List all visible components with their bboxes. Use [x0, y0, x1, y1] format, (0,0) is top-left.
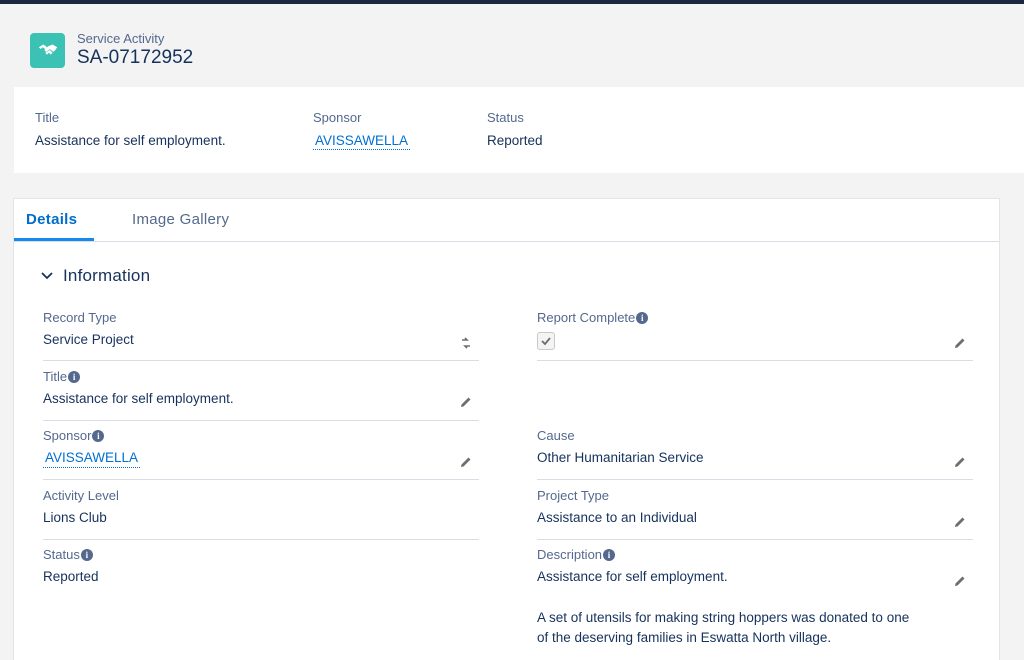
details-card: Details Image Gallery Information Record… [13, 198, 1000, 660]
page-header: Service Activity SA-07172952 [30, 28, 193, 72]
highlight-title-value: Assistance for self employment. [35, 133, 226, 148]
info-icon[interactable]: i [80, 548, 93, 561]
handshake-icon [30, 32, 65, 68]
tab-bar: Details Image Gallery [14, 199, 999, 242]
tab-details[interactable]: Details [26, 211, 77, 228]
highlight-sponsor-label: Sponsor [313, 110, 362, 125]
field-label: Sponsor [43, 428, 92, 443]
chevron-down-icon [41, 272, 53, 280]
top-bar [0, 0, 1024, 4]
pencil-icon[interactable] [459, 395, 473, 409]
field-label: Description [537, 547, 603, 562]
change-record-type-icon[interactable] [459, 336, 473, 350]
highlight-title: Title Assistance for self employment. [35, 109, 226, 149]
description-line-1: Assistance for self employment. [537, 569, 728, 584]
description-line-2: A set of utensils for making string hopp… [537, 610, 910, 625]
highlight-status: Status Reported [487, 109, 543, 149]
field-record-type: Record Type Service Project [43, 309, 479, 361]
field-report-complete: Report Complete i [537, 309, 973, 361]
pencil-icon[interactable] [459, 455, 473, 469]
field-label: Activity Level [43, 488, 119, 503]
field-status: Status i Reported [43, 546, 479, 599]
field-value: Other Humanitarian Service [537, 450, 704, 465]
field-title: Title i Assistance for self employment. [43, 368, 479, 421]
tab-image-gallery[interactable]: Image Gallery [132, 211, 229, 228]
info-icon[interactable]: i [92, 429, 105, 442]
field-sponsor: Sponsor i AVISSAWELLA [43, 427, 479, 480]
record-name: SA-07172952 [77, 47, 194, 68]
field-value: Reported [43, 569, 99, 584]
field-label: Cause [537, 428, 575, 443]
highlight-sponsor: Sponsor AVISSAWELLA [313, 109, 411, 150]
highlight-title-label: Title [35, 110, 60, 125]
field-label: Status [43, 547, 80, 562]
highlight-status-label: Status [487, 110, 524, 125]
highlight-sponsor-link[interactable]: AVISSAWELLA [313, 132, 411, 150]
pencil-icon[interactable] [953, 515, 967, 529]
section-title: Information [63, 266, 151, 285]
pencil-icon[interactable] [953, 574, 967, 588]
info-icon[interactable]: i [603, 548, 616, 561]
field-label: Report Complete [537, 310, 636, 325]
section-information-toggle[interactable]: Information [40, 266, 150, 286]
field-activity-level: Activity Level Lions Club [43, 487, 479, 540]
field-value: Assistance for self employment. [43, 391, 234, 406]
description-line-3: of the deserving families in Eswatta Nor… [537, 630, 832, 645]
active-tab-indicator [14, 238, 94, 241]
object-label: Service Activity [77, 31, 165, 46]
field-description: Description i Assistance for self employm… [537, 546, 973, 656]
field-label: Project Type [537, 488, 610, 503]
highlight-status-value: Reported [487, 133, 543, 148]
checkmark-icon [541, 337, 551, 346]
field-value: Service Project [43, 332, 134, 347]
pencil-icon[interactable] [953, 336, 967, 350]
field-cause: Cause Other Humanitarian Service [537, 427, 973, 480]
info-icon[interactable]: i [636, 311, 649, 324]
field-value: Lions Club [43, 510, 107, 525]
sponsor-link[interactable]: AVISSAWELLA [43, 449, 141, 468]
field-project-type: Project Type Assistance to an Individual [537, 487, 973, 540]
report-complete-checkbox[interactable] [537, 332, 555, 350]
field-value: Assistance to an Individual [537, 510, 697, 525]
field-label: Record Type [43, 310, 117, 325]
highlights-panel: Title Assistance for self employment. Sp… [14, 87, 1024, 173]
pencil-icon[interactable] [953, 455, 967, 469]
field-label: Title [43, 369, 68, 384]
info-icon[interactable]: i [68, 370, 81, 383]
